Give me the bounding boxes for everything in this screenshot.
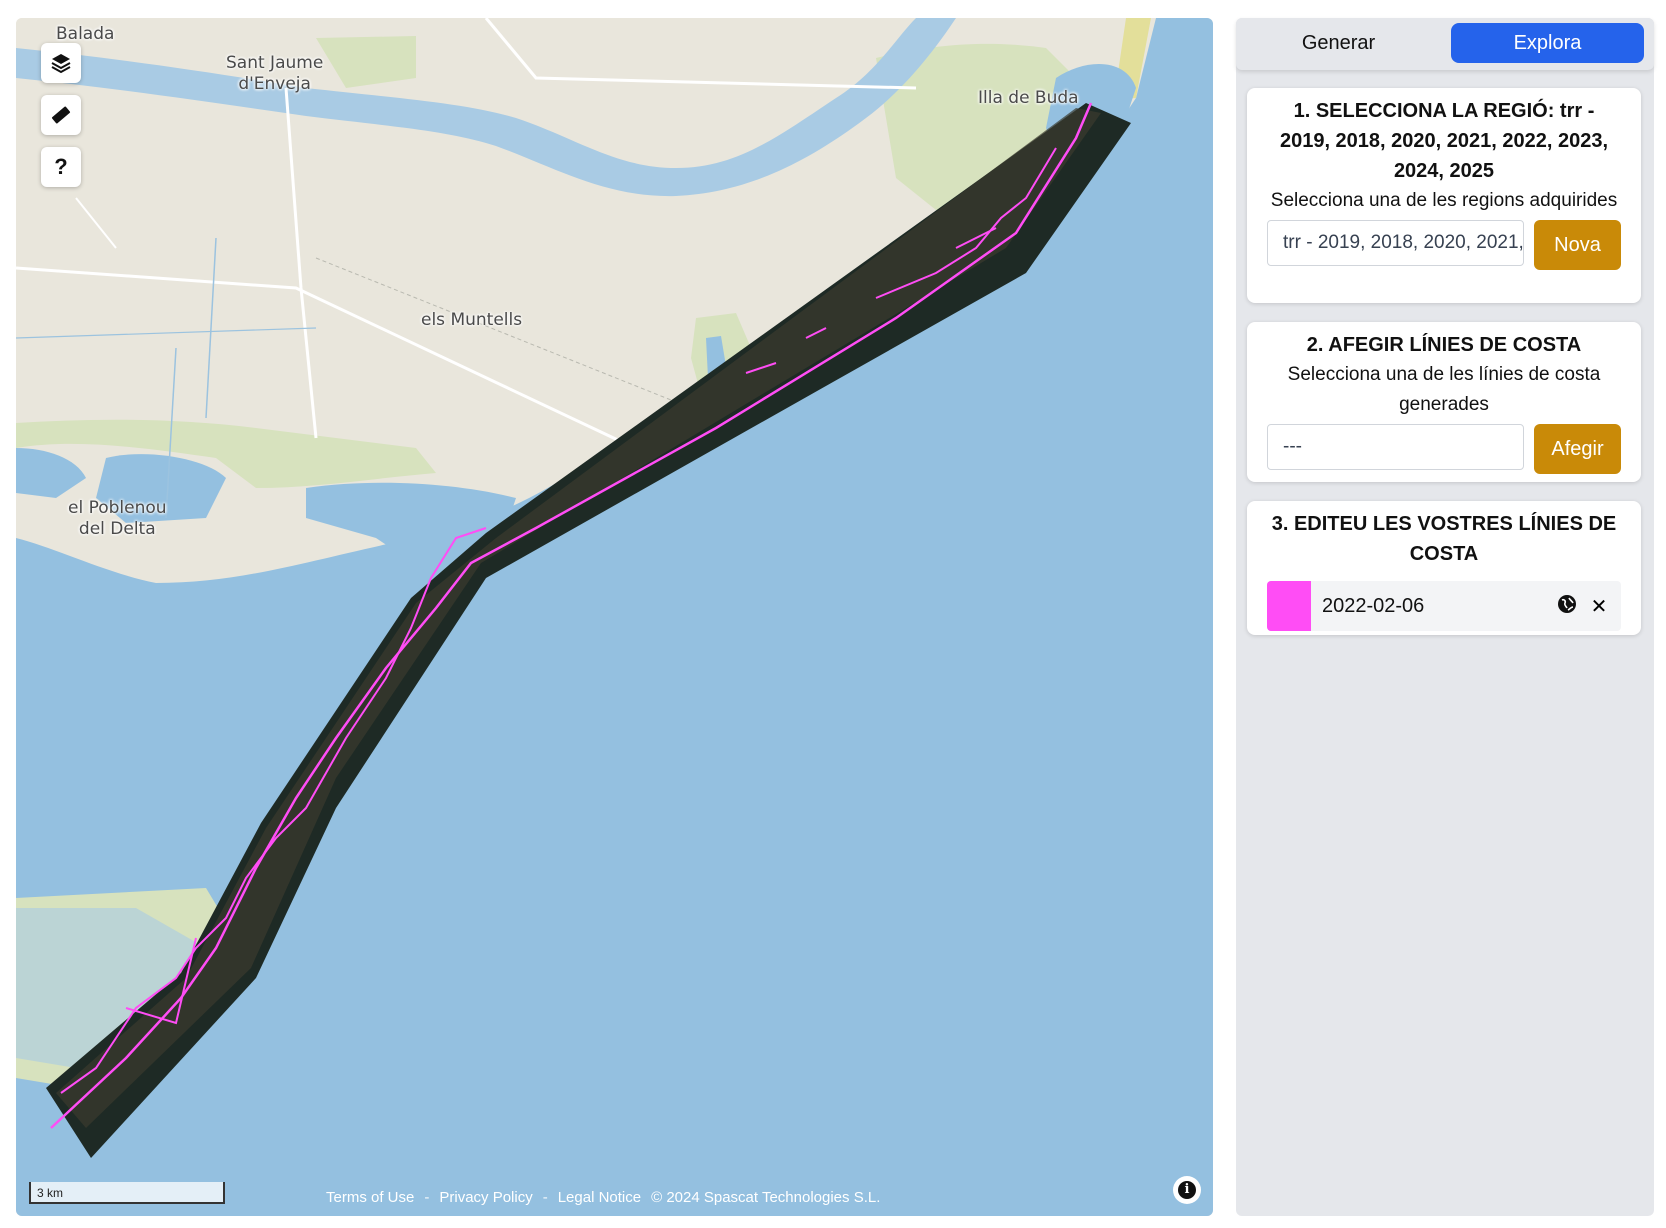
attribution-separator: - bbox=[424, 1189, 430, 1206]
close-icon: ✕ bbox=[1590, 595, 1608, 618]
coastline-item[interactable]: 2022-02-06 ✕ bbox=[1267, 581, 1621, 631]
place-label-line: d'Enveja bbox=[238, 74, 311, 94]
measure-button[interactable] bbox=[41, 95, 81, 135]
layers-button[interactable] bbox=[41, 43, 81, 83]
help-icon: ? bbox=[54, 154, 68, 179]
coastline-add-title: 2. AFEGIR LÍNIES DE COSTA bbox=[1306, 334, 1582, 356]
remove-coastline-button[interactable]: ✕ bbox=[1583, 594, 1615, 619]
coastline-color-swatch[interactable] bbox=[1267, 581, 1311, 631]
coastline-edit-card: 3. EDITEU LES VOSTRES LÍNIES DE COSTA 20… bbox=[1247, 501, 1641, 635]
side-panel: Generar Explora 1. SELECCIONA LA REGIÓ: … bbox=[1236, 18, 1654, 1216]
region-row: trr - 2019, 2018, 2020, 2021, 2022, 2023… bbox=[1267, 220, 1621, 270]
attribution-separator: - bbox=[542, 1189, 548, 1206]
place-label-line: Sant Jaume bbox=[226, 53, 324, 73]
region-card: 1. SELECCIONA LA REGIÓ: trr - 2019, 2018… bbox=[1247, 88, 1641, 303]
privacy-link[interactable]: Privacy Policy bbox=[439, 1189, 532, 1206]
tab-generar[interactable]: Generar bbox=[1242, 23, 1435, 63]
add-coastline-button[interactable]: Afegir bbox=[1534, 424, 1621, 474]
place-label-line: del Delta bbox=[78, 519, 156, 539]
region-subtitle: Selecciona una de les regions adquirides bbox=[1270, 190, 1618, 211]
map-toolbar: ? bbox=[41, 43, 81, 187]
place-label-illa-de-buda: Illa de Buda bbox=[978, 88, 1079, 108]
new-region-button[interactable]: Nova bbox=[1534, 220, 1621, 270]
mode-tabs: Generar Explora bbox=[1236, 18, 1654, 70]
place-label-line: el Poblenou bbox=[68, 498, 167, 518]
map-view[interactable]: Balada Sant Jaume d'Enveja Illa de Buda … bbox=[16, 18, 1213, 1216]
coastline-add-card: 2. AFEGIR LÍNIES DE COSTA Selecciona una… bbox=[1247, 322, 1641, 482]
tab-explora[interactable]: Explora bbox=[1451, 23, 1644, 63]
scale-bar: 3 km bbox=[29, 1182, 225, 1204]
copyright-text: © 2024 Spascat Technologies S.L. bbox=[651, 1189, 881, 1206]
map-attribution: Terms of Use - Privacy Policy - Legal No… bbox=[326, 1189, 880, 1206]
terms-link[interactable]: Terms of Use bbox=[326, 1189, 414, 1206]
globe-icon bbox=[1558, 594, 1576, 613]
place-label-sant-jaume: Sant Jaume d'Enveja bbox=[226, 53, 323, 95]
info-icon: i bbox=[1178, 1181, 1196, 1199]
download-globe-button[interactable] bbox=[1551, 593, 1583, 620]
ruler-icon bbox=[51, 106, 71, 124]
info-button[interactable]: i bbox=[1173, 1176, 1201, 1204]
coastline-date: 2022-02-06 bbox=[1322, 594, 1425, 617]
coastline-select[interactable]: --- bbox=[1267, 424, 1524, 470]
place-label-el-poblenou: el Poblenou del Delta bbox=[68, 498, 167, 540]
region-select[interactable]: trr - 2019, 2018, 2020, 2021, 2022, 2023… bbox=[1267, 220, 1524, 266]
scale-label: 3 km bbox=[37, 1186, 64, 1200]
place-label-els-muntells: els Muntells bbox=[421, 310, 523, 330]
coastline-add-subtitle: Selecciona una de les línies de costa ge… bbox=[1287, 364, 1601, 415]
region-title: 1. SELECCIONA LA REGIÓ: trr - 2019, 2018… bbox=[1279, 100, 1609, 182]
legal-link[interactable]: Legal Notice bbox=[558, 1189, 641, 1206]
place-label-balada: Balada bbox=[56, 24, 115, 44]
map-basemap bbox=[16, 18, 1213, 1216]
coastline-edit-title: 3. EDITEU LES VOSTRES LÍNIES DE COSTA bbox=[1271, 513, 1617, 565]
coastline-add-row: --- Afegir bbox=[1267, 424, 1621, 474]
layers-icon bbox=[51, 54, 71, 74]
help-button[interactable]: ? bbox=[41, 147, 81, 187]
